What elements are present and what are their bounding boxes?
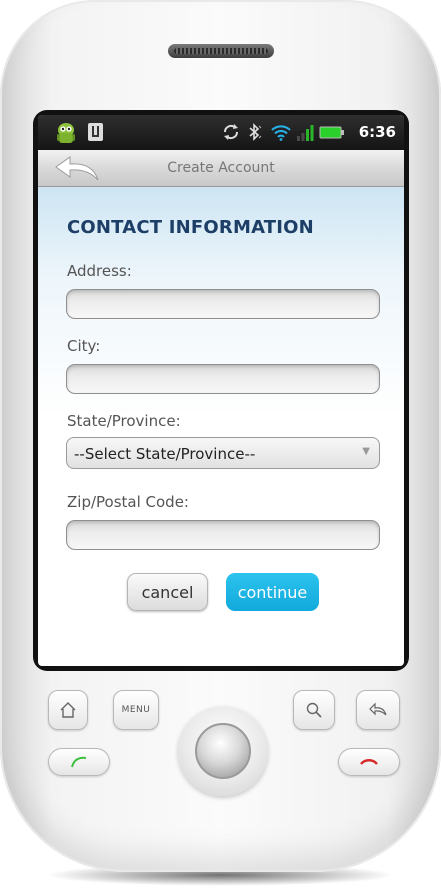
address-label: Address: bbox=[67, 262, 132, 280]
home-icon bbox=[60, 702, 76, 718]
cancel-button[interactable]: cancel bbox=[127, 573, 208, 611]
back-icon bbox=[369, 702, 387, 716]
menu-key-label: MENU bbox=[121, 705, 151, 715]
continue-button[interactable]: continue bbox=[226, 573, 319, 611]
sync-icon bbox=[223, 124, 239, 140]
state-select[interactable]: --Select State/Province-- ▼ bbox=[66, 437, 380, 469]
search-key[interactable] bbox=[293, 690, 335, 730]
usb-icon bbox=[88, 123, 103, 141]
trackball[interactable] bbox=[178, 706, 268, 796]
state-label: State/Province: bbox=[67, 412, 181, 430]
end-call-icon bbox=[360, 759, 378, 765]
trackball-center bbox=[195, 723, 251, 779]
zip-label: Zip/Postal Code: bbox=[67, 493, 189, 511]
screen: 6:36 Create Account CONTACT INFORMATION … bbox=[38, 115, 404, 666]
title-bar: Create Account bbox=[38, 150, 404, 187]
earpiece-speaker bbox=[168, 44, 274, 58]
address-input[interactable] bbox=[66, 289, 380, 319]
city-input[interactable] bbox=[66, 364, 380, 394]
menu-key[interactable]: MENU bbox=[113, 690, 159, 730]
end-call-key[interactable] bbox=[338, 748, 400, 776]
search-icon bbox=[306, 702, 322, 718]
status-bar: 6:36 bbox=[38, 115, 404, 150]
section-heading: CONTACT INFORMATION bbox=[67, 217, 314, 238]
wifi-icon bbox=[271, 125, 291, 141]
call-icon bbox=[71, 756, 87, 768]
zip-input[interactable] bbox=[66, 520, 380, 550]
clock-time: 6:36 bbox=[358, 123, 396, 141]
back-key[interactable] bbox=[356, 690, 400, 730]
bluetooth-icon bbox=[249, 123, 262, 141]
page-title: Create Account bbox=[167, 160, 275, 176]
signal-icon bbox=[297, 125, 314, 141]
call-key[interactable] bbox=[48, 748, 110, 776]
battery-icon bbox=[319, 126, 344, 139]
home-key[interactable] bbox=[48, 690, 88, 730]
state-select-value: --Select State/Province-- bbox=[74, 445, 256, 463]
chevron-down-icon: ▼ bbox=[362, 446, 370, 457]
city-label: City: bbox=[67, 337, 101, 355]
android-icon bbox=[57, 123, 75, 143]
